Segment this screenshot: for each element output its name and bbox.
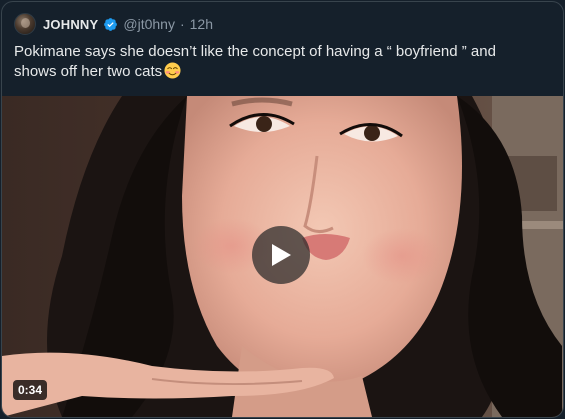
tweet-card[interactable]: JOHNNY @jt0hny · 12h Pokimane says she d… xyxy=(1,1,564,418)
tweet-text-line-2-content: shows off her two cats xyxy=(14,63,163,80)
verified-badge-icon xyxy=(104,17,118,31)
tweet-timestamp[interactable]: 12h xyxy=(190,16,213,32)
display-name[interactable]: JOHNNY xyxy=(43,17,98,32)
avatar[interactable] xyxy=(14,13,36,35)
separator-dot: · xyxy=(179,16,185,32)
play-icon xyxy=(272,244,291,266)
smiling-face-with-blush-icon xyxy=(164,62,181,79)
tweet-header: JOHNNY @jt0hny · 12h xyxy=(14,12,213,36)
tweet-text-line-2: shows off her two cats xyxy=(14,62,554,82)
play-button[interactable] xyxy=(252,226,310,284)
user-handle[interactable]: @jt0hny xyxy=(123,16,175,32)
video-player[interactable]: 0:34 xyxy=(2,96,563,417)
tweet-text: Pokimane says she doesn’t like the conce… xyxy=(14,42,554,82)
tweet-text-line-1: Pokimane says she doesn’t like the conce… xyxy=(14,43,496,60)
video-duration-badge: 0:34 xyxy=(13,380,48,400)
